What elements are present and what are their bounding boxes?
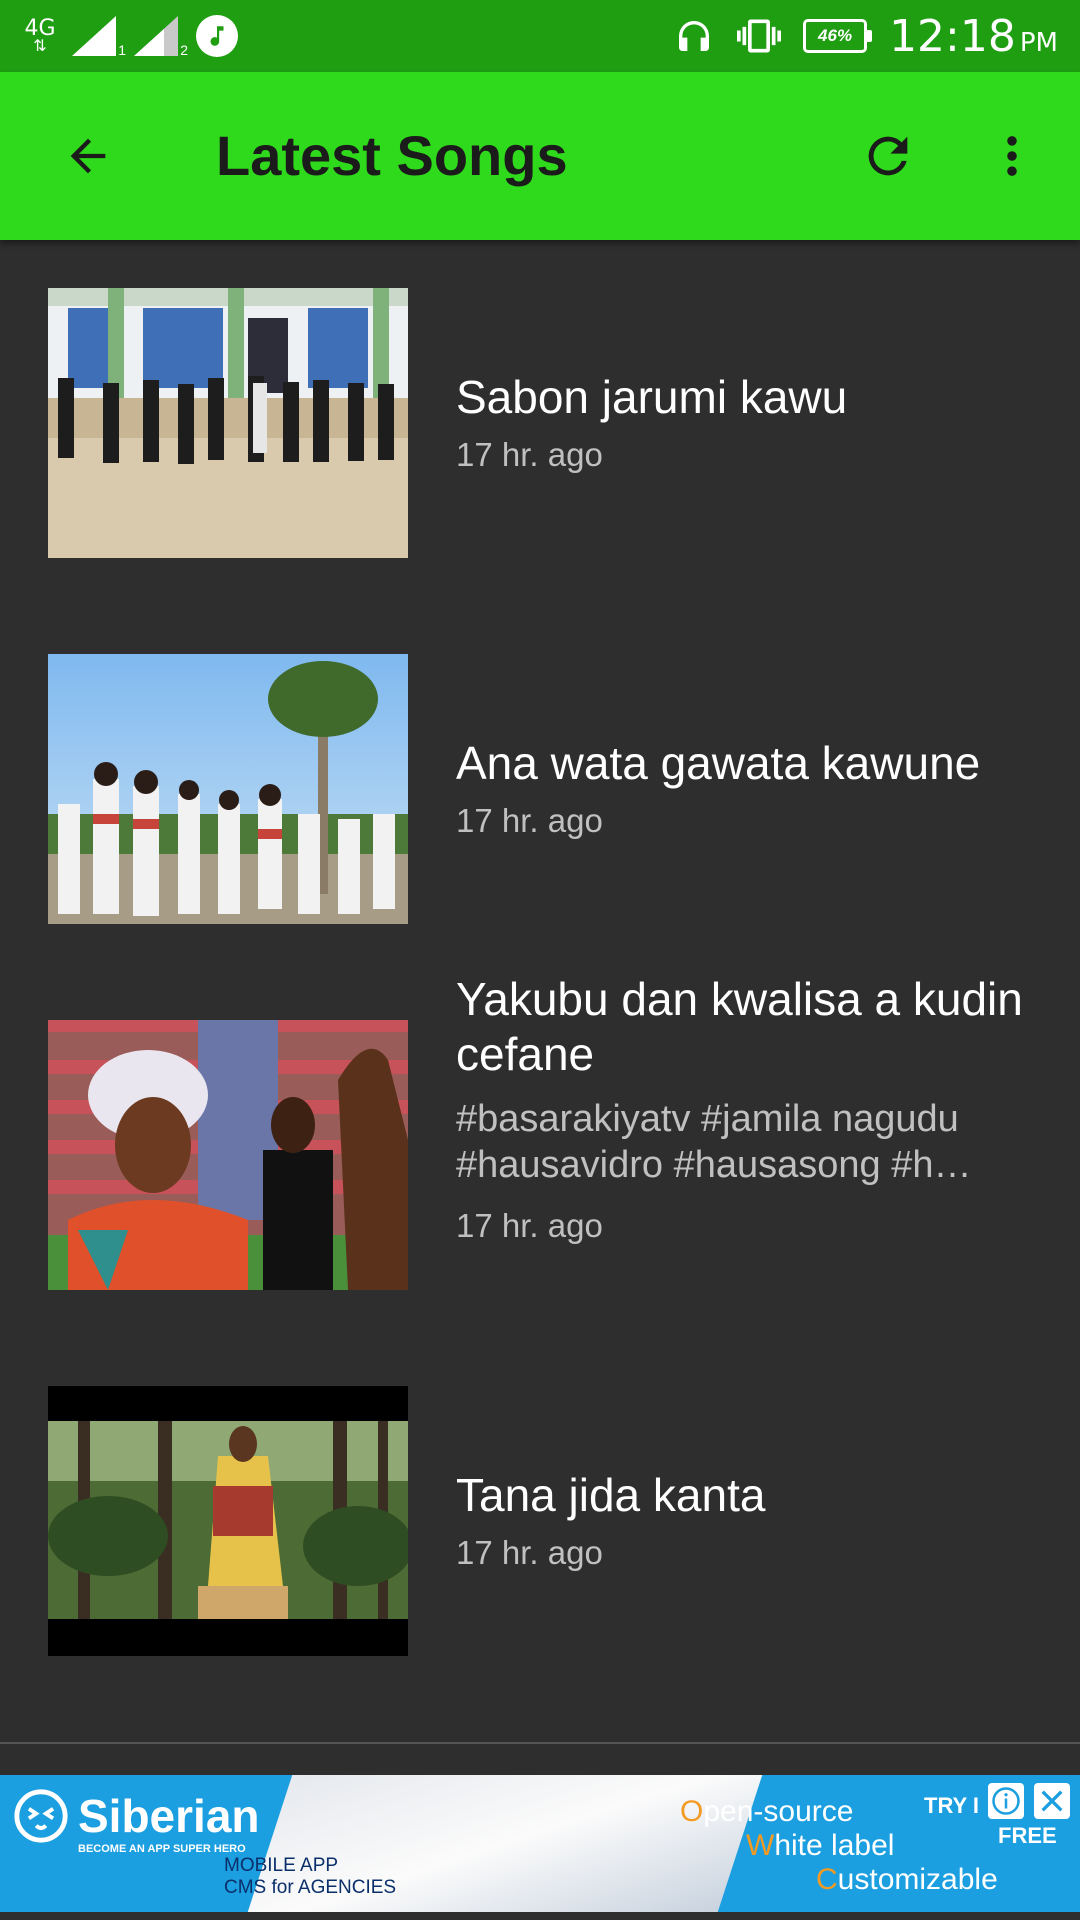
- headphones-icon: [679, 21, 710, 51]
- battery-level: 46%: [818, 26, 853, 45]
- ad-feature-1-text: pen-source: [703, 1795, 854, 1828]
- sim1-label: 1: [118, 42, 126, 58]
- ad-feature-3-initial: C: [816, 1863, 838, 1896]
- ad-feature-3-text: ustomizable: [837, 1863, 998, 1896]
- song-item[interactable]: Yakubu dan kwalisa a kudin cefane #basar…: [0, 972, 1080, 1338]
- app-bar: Latest Songs: [0, 72, 1080, 240]
- song-item[interactable]: Ana wata gawata kawune 17 hr. ago: [0, 606, 1080, 972]
- vibrate-icon: [737, 19, 782, 53]
- ad-brand: Siberian: [78, 1790, 260, 1842]
- status-bar: 4G ⇅ 1 2 46% 12:18 PM: [0, 0, 1080, 72]
- song-thumbnail: [48, 1020, 408, 1290]
- ad-feature-2-text: hite label: [774, 1829, 895, 1862]
- clock: 12:18 PM: [889, 11, 1058, 62]
- song-title: Ana wata gawata kawune: [456, 737, 981, 789]
- song-info: Sabon jarumi kawu 17 hr. ago: [456, 370, 1036, 475]
- song-item[interactable]: Sabon jarumi kawu 17 hr. ago: [0, 240, 1080, 606]
- ad-try-label: TRY I: [924, 1793, 980, 1818]
- data-arrows-icon: ⇅: [33, 36, 47, 55]
- song-info: Ana wata gawata kawune 17 hr. ago: [456, 736, 1036, 841]
- signal-icon-2: 2: [134, 16, 188, 58]
- music-note-icon: [196, 15, 238, 57]
- network-type: 4G ⇅: [22, 18, 58, 55]
- song-time: 17 hr. ago: [456, 802, 603, 839]
- song-thumbnail: [48, 654, 408, 924]
- clock-ampm: PM: [1019, 27, 1058, 58]
- song-info: Yakubu dan kwalisa a kudin cefane #basar…: [456, 972, 1036, 1246]
- ad-free-label: FREE: [998, 1823, 1057, 1848]
- ad-subtitle-line-1: MOBILE APP: [224, 1855, 339, 1876]
- bottom-strip: [0, 1912, 1080, 1920]
- battery-icon: 46%: [803, 19, 873, 53]
- refresh-button[interactable]: [848, 116, 928, 196]
- ad-tagline: BECOME AN APP SUPER HERO: [78, 1843, 246, 1855]
- list-divider: [0, 1742, 1080, 1744]
- info-icon: [992, 1787, 1020, 1815]
- song-time: 17 hr. ago: [456, 1207, 603, 1244]
- ad-info-button[interactable]: [988, 1783, 1024, 1819]
- song-thumbnail: [48, 1386, 408, 1656]
- clock-time: 12:18: [889, 10, 1016, 62]
- ad-feature-2-initial: W: [746, 1829, 775, 1862]
- close-icon: [1041, 1790, 1063, 1812]
- ad-feature-3: Customizable: [816, 1863, 998, 1897]
- more-options-button[interactable]: [972, 116, 1052, 196]
- more-vert-icon: [1007, 136, 1017, 176]
- ad-feature-2: White label: [746, 1829, 998, 1863]
- song-time: 17 hr. ago: [456, 436, 603, 473]
- ad-subtitle: MOBILE APP CMS for AGENCIES: [224, 1855, 396, 1899]
- ad-feature-1-initial: O: [680, 1795, 704, 1828]
- song-title: Yakubu dan kwalisa a kudin cefane: [456, 973, 1023, 1080]
- back-button[interactable]: [48, 116, 128, 196]
- song-thumbnail: [48, 288, 408, 558]
- ad-banner[interactable]: Siberian BECOME AN APP SUPER HERO MOBILE…: [0, 1775, 1080, 1912]
- ad-close-button[interactable]: [1034, 1783, 1070, 1819]
- song-title: Sabon jarumi kawu: [456, 371, 848, 423]
- page-title: Latest Songs: [216, 124, 568, 187]
- refresh-icon: [868, 136, 908, 176]
- song-info: Tana jida kanta 17 hr. ago: [456, 1468, 1036, 1573]
- song-description: #basarakiyatv #jamila nagudu #hausavidro…: [456, 1098, 972, 1186]
- sim2-label: 2: [180, 42, 188, 58]
- song-item[interactable]: Tana jida kanta 17 hr. ago: [0, 1338, 1080, 1704]
- song-title: Tana jida kanta: [456, 1469, 766, 1521]
- signal-icon: 1: [72, 16, 126, 58]
- ad-subtitle-line-2: CMS for AGENCIES: [224, 1877, 397, 1898]
- tiger-logo-icon: [14, 1789, 68, 1843]
- song-time: 17 hr. ago: [456, 1534, 603, 1571]
- arrow-back-icon: [70, 138, 106, 174]
